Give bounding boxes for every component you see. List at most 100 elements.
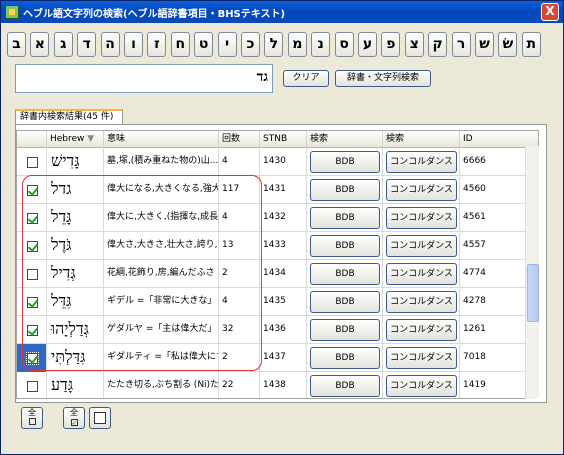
header-search-concordance[interactable]: 検索: [383, 131, 460, 148]
letter-button[interactable]: ח: [170, 32, 190, 57]
bdb-button[interactable]: BDB: [310, 375, 380, 397]
table-header: Hebrew ▼ 意味 回数 STNB 検索 検索 ID: [17, 131, 538, 148]
header-search-bdb[interactable]: 検索: [307, 131, 383, 148]
header-checkbox: [17, 131, 47, 148]
results-scrollbar[interactable]: [525, 146, 539, 399]
letter-button[interactable]: ה: [100, 32, 120, 57]
row-concordance-cell: コンコルダンス: [383, 148, 460, 176]
row-bdb-cell: BDB: [307, 288, 383, 316]
document-icon: [94, 412, 106, 424]
letter-button[interactable]: ל: [264, 32, 284, 57]
letter-button[interactable]: ק: [428, 32, 448, 57]
concordance-button[interactable]: コンコルダンス: [386, 319, 457, 341]
row-bdb-cell: BDB: [307, 316, 383, 344]
table-row[interactable]: גָּדַעたたき切る,ぶち割る (Ni)たた...221438BDB コンコルダ…: [17, 372, 538, 398]
letter-button[interactable]: צ: [404, 32, 424, 57]
bdb-button[interactable]: BDB: [310, 291, 380, 313]
row-concordance-cell: コンコルダンス: [383, 232, 460, 260]
close-button[interactable]: X: [541, 3, 559, 21]
row-concordance-cell: コンコルダンス: [383, 344, 460, 372]
letter-button[interactable]: ד: [77, 32, 97, 57]
header-count[interactable]: 回数: [219, 131, 260, 148]
row-concordance-cell: コンコルダンス: [383, 204, 460, 232]
letter-button[interactable]: ב: [7, 32, 26, 57]
letter-button[interactable]: מ: [287, 32, 307, 57]
row-stnb: 1437: [260, 344, 307, 372]
scrollbar-thumb[interactable]: [527, 264, 539, 322]
row-bdb-cell: BDB: [307, 260, 383, 288]
table-row[interactable]: גָּדִישׁ 墓,塚,(積み重ねた物の)山... 4 1430 BDB コンコルダンス…: [17, 148, 538, 176]
row-checkbox[interactable]: [27, 381, 38, 392]
row-bdb-cell: BDB: [307, 148, 383, 176]
row-concordance-cell: コンコルダンス: [383, 288, 460, 316]
window-title: ヘブル語文字列の検索(ヘブル語辞書項目・BHSテキスト): [23, 9, 286, 20]
bdb-button[interactable]: BDB: [310, 347, 380, 369]
letter-button[interactable]: ס: [334, 32, 354, 57]
search-input-value: גד: [256, 69, 268, 85]
letter-button[interactable]: פ: [381, 32, 401, 57]
row-count: 4: [219, 148, 260, 176]
search-input[interactable]: גד: [15, 64, 273, 93]
concordance-button[interactable]: コンコルダンス: [386, 179, 457, 201]
bdb-button[interactable]: BDB: [310, 319, 380, 341]
tab-results[interactable]: 辞書内検索結果(45 件): [15, 109, 123, 125]
letter-button[interactable]: ט: [194, 32, 214, 57]
app-icon: [5, 5, 19, 19]
sort-down-icon: ▼: [87, 134, 95, 144]
bdb-button[interactable]: BDB: [310, 263, 380, 285]
concordance-button[interactable]: コンコルダンス: [386, 263, 457, 285]
row-bdb-cell: BDB: [307, 344, 383, 372]
row-concordance-cell: コンコルダンス: [383, 260, 460, 288]
letter-button[interactable]: ג: [53, 32, 73, 57]
checkbox-empty-icon: [28, 418, 36, 425]
bdb-button[interactable]: BDB: [310, 179, 380, 201]
letter-button[interactable]: א: [30, 32, 50, 57]
header-hebrew[interactable]: Hebrew ▼: [47, 131, 104, 148]
row-hebrew: גָּדִישׁ: [47, 148, 104, 176]
letter-button[interactable]: נ: [311, 32, 331, 57]
checkbox-checked-icon: ✓: [70, 419, 78, 427]
row-checkbox-cell: [17, 148, 47, 176]
concordance-button[interactable]: コンコルダンス: [386, 375, 457, 397]
main-window: ヘブル語文字列の検索(ヘブル語辞書項目・BHSテキスト) X באגדהוזחט…: [0, 0, 564, 455]
bdb-button[interactable]: BDB: [310, 151, 380, 173]
row-count: 22: [219, 372, 260, 398]
letter-button[interactable]: ר: [451, 32, 471, 57]
row-checkbox-cell: [17, 372, 47, 398]
row-concordance-cell: コンコルダンス: [383, 372, 460, 398]
row-meaning: たたき切る,ぶち割る (Ni)たた...: [104, 372, 219, 398]
row-concordance-cell: コンコルダンス: [383, 316, 460, 344]
row-bdb-cell: BDB: [307, 232, 383, 260]
letter-button[interactable]: י: [217, 32, 237, 57]
letter-button[interactable]: ת: [521, 32, 541, 57]
row-stnb: 1438: [260, 372, 307, 398]
clear-button[interactable]: クリア: [283, 70, 329, 87]
letter-button[interactable]: כ: [241, 32, 260, 57]
concordance-button[interactable]: コンコルダンス: [386, 151, 457, 173]
bottom-toolbar: 全 全 ✓: [15, 407, 115, 431]
check-all-button[interactable]: 全 ✓: [63, 407, 85, 429]
export-button[interactable]: [89, 407, 111, 429]
letter-button[interactable]: שׂ: [498, 32, 518, 57]
row-stnb: 1430: [260, 148, 307, 176]
concordance-button[interactable]: コンコルダンス: [386, 347, 457, 369]
letter-button[interactable]: ש: [475, 32, 494, 57]
bdb-button[interactable]: BDB: [310, 207, 380, 229]
concordance-button[interactable]: コンコルダンス: [386, 291, 457, 313]
dictionary-search-button[interactable]: 辞書・文字列検索: [335, 70, 431, 87]
letter-button[interactable]: ז: [147, 32, 167, 57]
concordance-button[interactable]: コンコルダンス: [386, 235, 457, 257]
row-stnb: 1432: [260, 204, 307, 232]
select-all-button[interactable]: 全: [21, 407, 43, 429]
letter-button[interactable]: ע: [358, 32, 377, 57]
header-meaning[interactable]: 意味: [104, 131, 219, 148]
letter-button[interactable]: ו: [124, 32, 143, 57]
selection-highlight-frame: [22, 175, 262, 371]
row-concordance-cell: コンコルダンス: [383, 176, 460, 204]
concordance-button[interactable]: コンコルダンス: [386, 207, 457, 229]
header-stnb[interactable]: STNB: [260, 131, 307, 148]
row-checkbox[interactable]: [27, 157, 38, 168]
bdb-button[interactable]: BDB: [310, 235, 380, 257]
row-bdb-cell: BDB: [307, 372, 383, 398]
row-stnb: 1436: [260, 316, 307, 344]
